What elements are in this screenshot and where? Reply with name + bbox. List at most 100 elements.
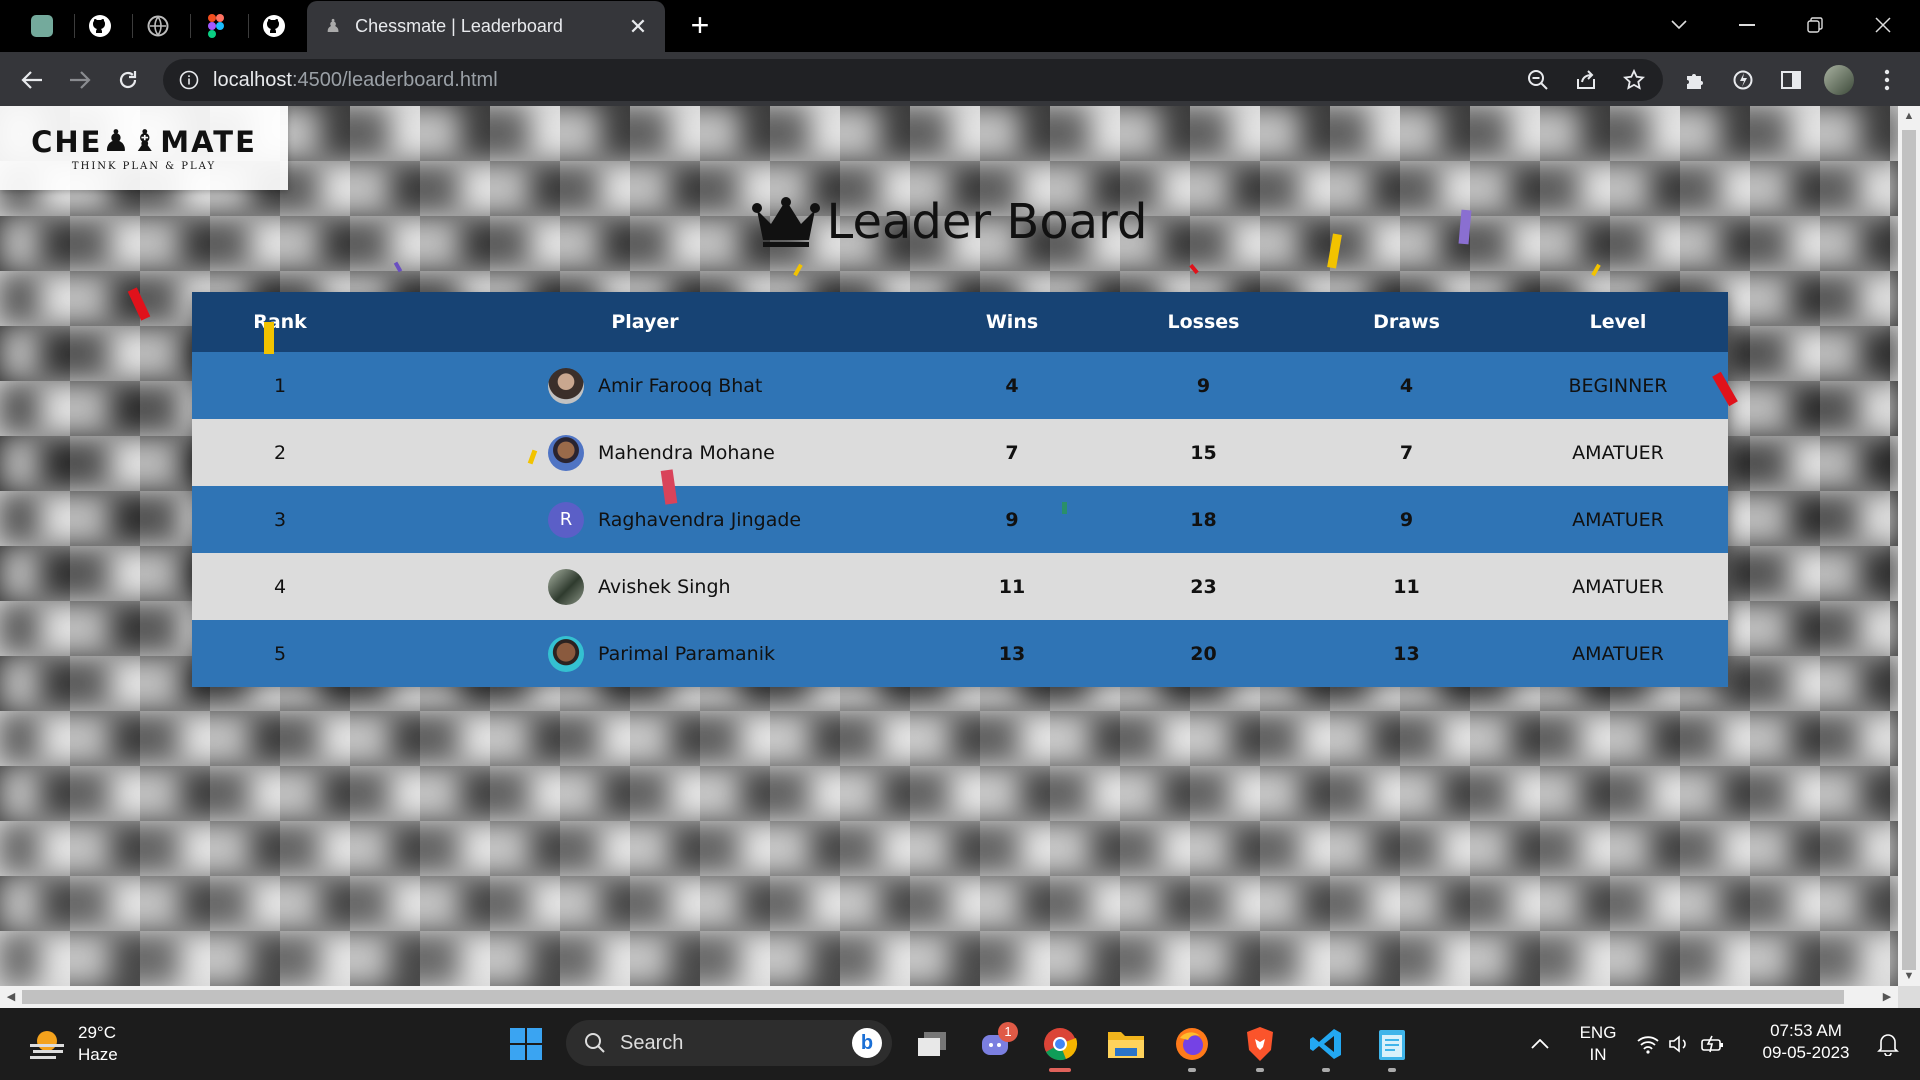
search-icon [585, 1033, 605, 1053]
chevron-up-icon [1531, 1039, 1549, 1049]
figma-icon [208, 14, 224, 38]
side-panel-button[interactable] [1772, 61, 1810, 99]
profile-button[interactable] [1820, 61, 1858, 99]
weather-widget[interactable]: 29°C Haze [28, 1022, 118, 1066]
vscode-button[interactable] [1302, 1020, 1350, 1072]
column-header-draws[interactable]: Draws [1305, 292, 1508, 352]
minimize-icon [1739, 24, 1755, 26]
column-header-player[interactable]: Player [368, 292, 922, 352]
taskbar-search[interactable]: Search b [566, 1020, 892, 1066]
performance-button[interactable] [1724, 61, 1762, 99]
player-name: Parimal Paramanik [598, 642, 775, 665]
close-icon[interactable]: ✕ [625, 14, 651, 40]
close-window-button[interactable] [1858, 8, 1908, 42]
clock[interactable]: 07:53 AM 09-05-2023 [1754, 1020, 1858, 1064]
brave-icon [1247, 1027, 1273, 1061]
column-header-wins[interactable]: Wins [922, 292, 1102, 352]
rank-cell: 5 [192, 620, 368, 687]
github-tab[interactable] [252, 7, 296, 45]
running-app-indicator [1388, 1068, 1396, 1072]
confetti-piece [127, 287, 151, 321]
scroll-up-arrow-icon[interactable]: ▲ [1898, 106, 1920, 126]
show-hidden-icons-button[interactable] [1516, 1020, 1564, 1068]
task-view-icon [918, 1032, 946, 1056]
scroll-down-arrow-icon[interactable]: ▼ [1898, 966, 1920, 986]
sun-haze-icon [30, 1031, 64, 1059]
teams-chat-button[interactable]: 1 [972, 1020, 1020, 1068]
chessmate-logo[interactable]: CHE ♟♝ MATE THINK PLAN & PLAY [0, 106, 288, 190]
active-app-indicator [1049, 1068, 1071, 1072]
chrome-taskbar-button[interactable] [1036, 1020, 1084, 1072]
scroll-right-arrow-icon[interactable]: ▶ [1876, 986, 1898, 1008]
running-app-indicator [1322, 1068, 1330, 1072]
confetti-piece [393, 261, 403, 273]
forward-button[interactable] [62, 62, 98, 98]
reload-button[interactable] [110, 62, 146, 98]
puzzle-icon [1687, 74, 1703, 89]
scroll-left-arrow-icon[interactable]: ◀ [0, 986, 22, 1008]
restore-button[interactable] [1790, 8, 1840, 42]
wins-cell: 4 [922, 352, 1102, 419]
vertical-scroll-thumb[interactable] [1902, 130, 1916, 970]
firefox-button[interactable] [1168, 1020, 1216, 1072]
rank-cell: 2 [192, 419, 368, 486]
globe-tab[interactable] [136, 7, 180, 45]
file-explorer-button[interactable] [1102, 1020, 1150, 1068]
url-text: localhost:4500/leaderboard.html [213, 69, 498, 92]
column-header-losses[interactable]: Losses [1102, 292, 1305, 352]
clock-date: 09-05-2023 [1762, 1043, 1850, 1062]
page-viewport: CHE ♟♝ MATE THINK PLAN & PLAY Leader Boa… [0, 106, 1898, 986]
table-row[interactable]: 1 Amir Farooq Bhat 4 9 4 BEGINNER [192, 352, 1728, 419]
leaderboard-table: Rank Player Wins Losses Draws Level 1 Am… [192, 292, 1728, 687]
vertical-scrollbar[interactable]: ▲ ▼ [1898, 106, 1920, 986]
notifications-button[interactable] [1864, 1020, 1912, 1068]
zoom-out-icon [1528, 70, 1548, 90]
info-icon[interactable] [179, 70, 199, 90]
bing-icon: b [852, 1028, 882, 1058]
confetti-piece [1189, 263, 1199, 275]
address-bar[interactable]: localhost:4500/leaderboard.html [163, 59, 1663, 101]
level-cell: AMATUER [1508, 419, 1728, 486]
zoom-button[interactable] [1518, 60, 1558, 100]
task-view-button[interactable] [908, 1020, 956, 1068]
horizontal-scrollbar[interactable]: ◀ ▶ [0, 986, 1898, 1008]
menu-button[interactable] [1868, 61, 1906, 99]
region-code: IN [1589, 1045, 1607, 1064]
minimize-button[interactable] [1722, 8, 1772, 42]
draws-cell: 11 [1305, 553, 1508, 620]
extensions-button[interactable] [1676, 61, 1714, 99]
table-row[interactable]: 5 Parimal Paramanik 13 20 13 AMATUER [192, 620, 1728, 687]
bookmark-button[interactable] [1614, 60, 1654, 100]
globe-icon [147, 15, 169, 37]
column-header-rank[interactable]: Rank [192, 292, 368, 352]
figma-tab[interactable] [194, 7, 238, 45]
notepad-button[interactable] [1368, 1020, 1416, 1072]
table-row[interactable]: 4 Avishek Singh 11 23 11 AMATUER [192, 553, 1728, 620]
player-cell: Parimal Paramanik [368, 620, 922, 687]
taskbar: 29°C Haze Search b 1 ENG IN 07:53 AM 09-… [0, 1008, 1920, 1080]
temperature: 29°C [78, 1023, 116, 1042]
chess-pawn-icon: ♟ [325, 16, 342, 36]
chatgpt-tab[interactable] [20, 7, 64, 45]
avatar [548, 367, 584, 404]
start-button[interactable] [502, 1020, 550, 1068]
horizontal-scroll-thumb[interactable] [22, 990, 1844, 1004]
notification-badge: 1 [998, 1022, 1018, 1042]
table-row[interactable]: 3 R Raghavendra Jingade 9 18 9 AMATUER [192, 486, 1728, 553]
back-button[interactable] [14, 62, 50, 98]
quick-settings-button[interactable] [1628, 1020, 1734, 1068]
language-indicator[interactable]: ENG IN [1578, 1022, 1618, 1066]
url-path: :4500/leaderboard.html [291, 68, 498, 91]
tab-leaderboard[interactable]: ♟ Chessmate | Leaderboard ✕ [307, 1, 665, 52]
github-tab[interactable] [78, 7, 122, 45]
brave-button[interactable] [1236, 1020, 1284, 1072]
new-tab-button[interactable]: + [682, 8, 718, 44]
table-row[interactable]: 2 Mahendra Mohane 7 15 7 AMATUER [192, 419, 1728, 486]
scrollbar-corner [1898, 986, 1920, 1008]
url-host: localhost [213, 68, 292, 91]
draws-cell: 9 [1305, 486, 1508, 553]
tab-search-button[interactable] [1654, 8, 1704, 42]
share-button[interactable] [1566, 60, 1606, 100]
player-cell: R Raghavendra Jingade [368, 486, 922, 553]
column-header-level[interactable]: Level [1508, 292, 1728, 352]
